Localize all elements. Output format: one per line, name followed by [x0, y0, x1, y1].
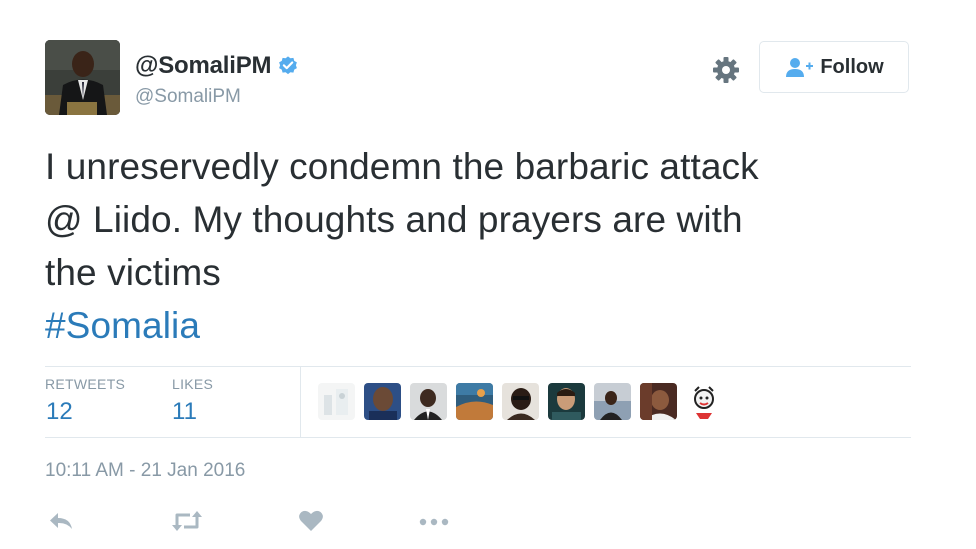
tweet-text-line: the victims [45, 252, 221, 293]
follow-button[interactable]: Follow [759, 41, 909, 93]
hashtag-link[interactable]: #Somalia [45, 299, 925, 352]
verified-badge-icon [279, 56, 298, 75]
more-icon[interactable] [418, 508, 450, 534]
display-name[interactable]: @SomaliPM [135, 52, 299, 80]
liker-avatar[interactable] [410, 383, 447, 420]
tweet-text-line: @ Liido. My thoughts and prayers are wit… [45, 199, 743, 240]
screen-name[interactable]: @SomaliPM [135, 86, 241, 108]
liker-avatar[interactable] [364, 383, 401, 420]
liker-avatar[interactable] [594, 383, 631, 420]
liker-avatar[interactable] [456, 383, 493, 420]
liker-avatar[interactable] [318, 383, 355, 420]
avatar[interactable] [45, 40, 120, 115]
divider [45, 437, 911, 438]
liker-avatar[interactable] [686, 383, 723, 420]
likes-count[interactable]: 11 [172, 398, 197, 426]
tweet-timestamp[interactable]: 10:11 AM - 21 Jan 2016 [45, 460, 245, 482]
liker-avatar[interactable] [548, 383, 585, 420]
tweet-text-line: I unreservedly condemn the barbaric atta… [45, 146, 759, 187]
divider [45, 366, 911, 367]
gear-icon[interactable] [711, 55, 741, 85]
likes-label: LIKES [172, 376, 214, 392]
liker-avatar[interactable] [640, 383, 677, 420]
retweets-count[interactable]: 12 [46, 398, 73, 426]
display-name-text: @SomaliPM [135, 52, 272, 79]
avatar-image [45, 40, 120, 115]
retweet-icon[interactable] [170, 508, 204, 534]
likers-avatars [318, 383, 723, 420]
heart-icon[interactable] [298, 508, 324, 534]
retweets-label: RETWEETS [45, 376, 126, 392]
liker-avatar[interactable] [502, 383, 539, 420]
follow-user-icon [786, 58, 814, 77]
stats-separator [300, 367, 301, 437]
tweet-actions [0, 508, 976, 538]
follow-button-label: Follow [820, 55, 884, 78]
reply-icon[interactable] [47, 508, 75, 534]
tweet-text: I unreservedly condemn the barbaric atta… [45, 140, 925, 352]
